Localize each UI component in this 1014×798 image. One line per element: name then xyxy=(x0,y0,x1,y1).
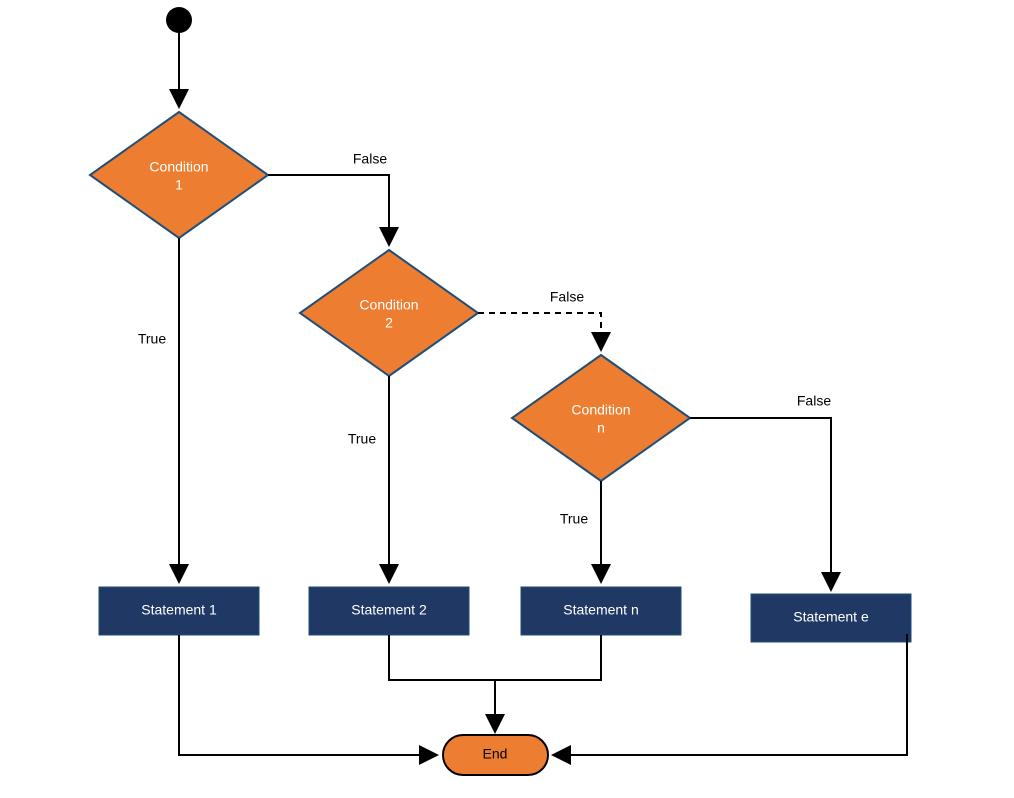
label-cond2-true: True xyxy=(348,431,376,447)
conditionN-label-2: n xyxy=(597,420,605,436)
edge-cond1-false xyxy=(268,175,389,243)
edge-stmt2n-merge xyxy=(389,635,601,680)
label-cond2-false: False xyxy=(550,289,584,305)
conditionN-label-1: Condition xyxy=(571,402,630,418)
conditionN-node xyxy=(512,355,690,481)
label-cond1-true: True xyxy=(138,331,166,347)
edge-stmte-end xyxy=(555,634,907,755)
flowchart-diagram: Condition 1 False Condition 2 False Cond… xyxy=(0,0,1014,798)
statement1-label: Statement 1 xyxy=(141,602,217,618)
edge-cond2-false xyxy=(478,313,601,348)
end-label: End xyxy=(483,746,508,762)
label-condN-false: False xyxy=(797,393,831,409)
statement2-label: Statement 2 xyxy=(351,602,427,618)
edge-stmt1-end xyxy=(179,635,435,755)
condition1-label-1: Condition xyxy=(149,159,208,175)
statementN-label: Statement n xyxy=(563,602,639,618)
label-cond1-false: False xyxy=(353,151,387,167)
label-condN-true: True xyxy=(560,511,588,527)
condition2-label-2: 2 xyxy=(385,315,393,331)
statementE-label: Statement e xyxy=(793,609,869,625)
condition2-label-1: Condition xyxy=(359,297,418,313)
condition2-node xyxy=(300,250,478,376)
condition1-label-2: 1 xyxy=(175,177,183,193)
start-node xyxy=(166,7,192,33)
condition1-node xyxy=(90,112,268,238)
edge-condN-false xyxy=(690,418,831,588)
